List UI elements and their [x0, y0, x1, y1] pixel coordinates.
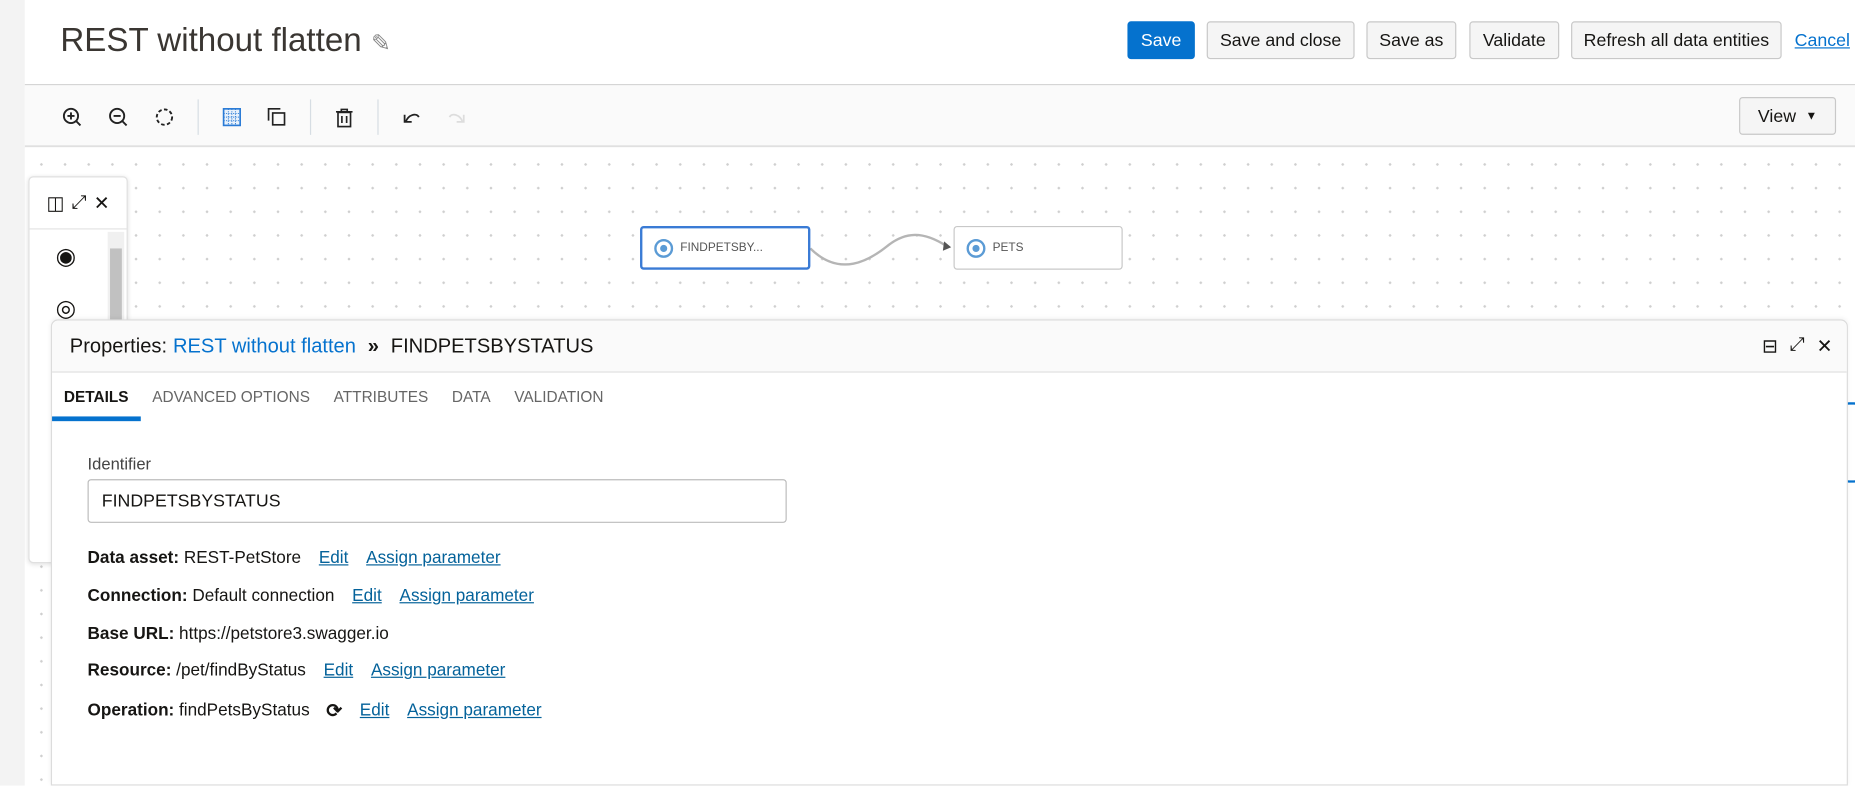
properties-prefix: Properties: — [69, 334, 168, 357]
app: REST without flatten ✎ Save Save and clos… — [0, 0, 1855, 786]
source-icon — [654, 238, 674, 258]
identifier-input[interactable]: FINDPETSBYSTATUS — [87, 479, 787, 523]
field-value: /pet/findByStatus — [176, 661, 306, 681]
node-pets[interactable]: PETS — [953, 225, 1123, 270]
source-operator-icon[interactable]: ◉ — [56, 241, 77, 271]
duplicate-icon[interactable] — [264, 104, 290, 130]
tab-validation[interactable]: VALIDATION — [502, 374, 615, 421]
view-label: View — [1757, 105, 1797, 126]
header: REST without flatten ✎ Save Save and clos… — [24, 0, 1855, 86]
data-asset-row: Data asset: REST-PetStore Edit Assign param… — [88, 549, 501, 568]
edit-link[interactable]: Edit — [352, 587, 382, 606]
assign-parameter-link[interactable]: Assign parameter — [407, 702, 541, 721]
connector-line — [809, 233, 952, 266]
field-label: Resource: — [87, 661, 172, 681]
grid-icon[interactable] — [219, 104, 245, 130]
zoom-out-icon[interactable] — [105, 104, 131, 130]
validate-button[interactable]: Validate — [1469, 21, 1560, 60]
breadcrumb-separator: » — [367, 334, 379, 357]
tab-attributes[interactable]: ATTRIBUTES — [322, 374, 440, 421]
toolbar-divider — [309, 99, 312, 135]
edit-link[interactable]: Edit — [360, 702, 390, 721]
field-value: REST-PetStore — [183, 548, 302, 568]
toolbar: View ▼ — [24, 86, 1855, 147]
field-value: findPetsByStatus — [179, 701, 310, 721]
properties-tabs: DETAILS ADVANCED OPTIONS ATTRIBUTES DATA… — [52, 374, 615, 422]
operation-row: Operation: findPetsByStatus ⟳ Edit Assign pa… — [88, 699, 542, 723]
edit-link[interactable]: Edit — [324, 661, 354, 680]
node-label: PETS — [992, 241, 1024, 255]
redo-icon — [444, 104, 470, 130]
assign-parameter-link[interactable]: Assign parameter — [399, 587, 533, 606]
field-label: Base URL: — [87, 624, 175, 644]
pencil-icon[interactable]: ✎ — [371, 28, 391, 58]
node-label: FINDPETSBY... — [680, 241, 763, 255]
expand-icon[interactable]: ⤢ — [72, 192, 87, 213]
zoom-in-icon[interactable] — [59, 104, 85, 130]
page-title: REST without flatten ✎ — [60, 21, 391, 59]
breadcrumb-parent-link[interactable]: REST without flatten — [173, 334, 356, 358]
delete-icon[interactable] — [331, 104, 357, 130]
save-and-close-button[interactable]: Save and close — [1206, 21, 1355, 60]
identifier-label: Identifier — [87, 454, 152, 474]
field-label: Connection: — [87, 586, 188, 606]
save-button[interactable]: Save — [1127, 21, 1195, 60]
properties-panel: Properties: REST without flatten » FINDP… — [50, 319, 1848, 786]
cancel-link[interactable]: Cancel — [1795, 31, 1850, 51]
field-label: Operation: — [87, 701, 175, 721]
dock-panel-icon[interactable]: ◫ — [47, 191, 65, 215]
node-findpetsbystatus[interactable]: FINDPETSBY... — [640, 225, 811, 270]
breadcrumb-current: FINDPETSBYSTATUS — [390, 334, 594, 357]
field-value: Default connection — [192, 586, 335, 606]
refresh-all-data-entities-button[interactable]: Refresh all data entities — [1571, 21, 1782, 60]
target-icon — [966, 238, 986, 258]
reset-zoom-icon[interactable] — [151, 104, 177, 130]
tab-details[interactable]: DETAILS — [52, 374, 141, 422]
edit-link[interactable]: Edit — [319, 549, 349, 568]
connection-row: Connection: Default connection Edit Assign … — [88, 587, 534, 606]
maximize-icon[interactable]: ⤢ — [1790, 335, 1805, 359]
dock-bottom-icon[interactable]: ⊟ — [1762, 335, 1778, 359]
title-text: REST without flatten — [60, 21, 362, 58]
base-url-row: Base URL: https://petstore3.swagger.io — [88, 625, 389, 644]
refresh-icon[interactable]: ⟳ — [326, 699, 342, 723]
tab-data[interactable]: DATA — [440, 374, 502, 421]
properties-breadcrumb: Properties: REST without flatten » FINDP… — [52, 320, 1847, 373]
close-icon[interactable]: ✕ — [94, 191, 110, 215]
toolbar-divider — [197, 99, 199, 135]
tab-advanced-options[interactable]: ADVANCED OPTIONS — [140, 374, 321, 421]
assign-parameter-link[interactable]: Assign parameter — [366, 549, 500, 568]
field-label: Data asset: — [87, 548, 180, 568]
close-icon[interactable]: ✕ — [1817, 335, 1833, 359]
undo-icon[interactable] — [399, 104, 425, 130]
caret-down-icon: ▼ — [1805, 109, 1818, 123]
resource-row: Resource:/pet/findByStatus Edit Assign par… — [88, 661, 506, 680]
field-value: https://petstore3.swagger.io — [179, 624, 389, 644]
assign-parameter-link[interactable]: Assign parameter — [371, 661, 505, 680]
view-menu-button[interactable]: View ▼ — [1739, 97, 1837, 135]
left-strip — [0, 0, 25, 786]
save-as-button[interactable]: Save as — [1366, 21, 1457, 60]
toolbar-divider — [377, 99, 379, 135]
